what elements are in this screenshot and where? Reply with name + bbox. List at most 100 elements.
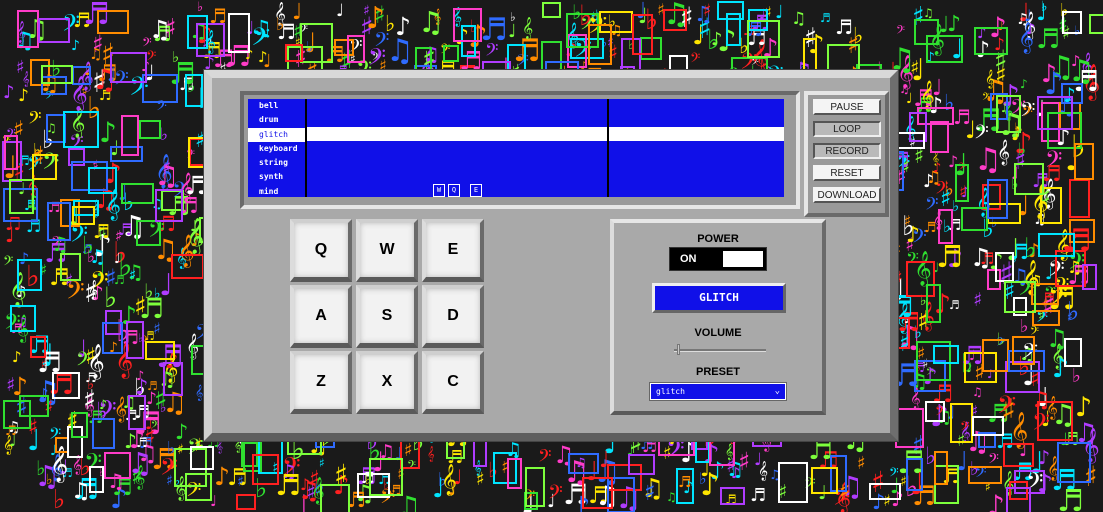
music-note-icon: 𝄢 (485, 40, 499, 64)
settings-panel: POWER ON GLITCH VOLUME PRESET glitch ⌄ (610, 219, 826, 415)
note-outline-box (1014, 163, 1044, 195)
note-outline-box (136, 220, 161, 246)
note-outline-box (987, 179, 1008, 219)
note-outline-box (252, 454, 279, 485)
note-outline-box (9, 179, 34, 214)
note-outline-box (778, 462, 808, 503)
music-note-icon: 𝄞 (910, 388, 921, 409)
note-outline-box (473, 439, 487, 467)
power-toggle[interactable]: ON (669, 247, 767, 271)
volume-slider-thumb[interactable] (676, 344, 680, 355)
music-note-icon: 𝄢 (3, 253, 14, 272)
pad-key-c[interactable]: C (422, 351, 484, 414)
note-outline-box (1057, 442, 1091, 483)
record-button[interactable]: RECORD (813, 143, 881, 159)
volume-slider-track[interactable] (674, 349, 766, 352)
music-note-icon: ♯ (644, 478, 656, 506)
note-outline-box (185, 74, 203, 107)
track-item-drum[interactable]: drum (248, 113, 305, 127)
note-outline-box (568, 453, 599, 474)
note-outline-box (955, 164, 969, 202)
note-outline-box (1038, 233, 1075, 257)
note-outline-box (145, 341, 175, 360)
loop-button[interactable]: LOOP (813, 121, 881, 137)
pad-key-s[interactable]: S (356, 285, 418, 348)
note-outline-box (142, 74, 178, 103)
note-outline-box (1082, 264, 1097, 290)
note-outline-box (926, 35, 963, 63)
pad-key-x[interactable]: X (356, 351, 418, 414)
sequence-key-q: Q (448, 184, 460, 197)
preset-select[interactable]: glitch ⌄ (649, 382, 787, 401)
active-track-row-highlight (307, 127, 784, 141)
note-outline-box (930, 121, 949, 153)
music-note-icon: 𝄞 (997, 140, 1011, 165)
track-item-synth[interactable]: synth (248, 170, 305, 184)
track-item-string[interactable]: string (248, 156, 305, 170)
note-outline-box (938, 209, 953, 244)
track-item-glitch[interactable]: glitch (248, 127, 305, 142)
note-outline-box (72, 66, 91, 85)
pad-key-d[interactable]: D (422, 285, 484, 348)
sequence-key-w: W (433, 184, 445, 197)
download-button[interactable]: DOWNLOAD (813, 187, 881, 203)
music-note-icon: ♩ (1036, 0, 1047, 26)
note-outline-box (38, 18, 70, 43)
note-outline-box (32, 154, 57, 180)
note-outline-box (1064, 338, 1082, 367)
music-note-icon: ♫ (89, 246, 107, 268)
note-outline-box (190, 446, 214, 470)
music-note-icon: ♫ (923, 6, 934, 20)
music-note-icon: ♬ (953, 105, 971, 129)
note-outline-box (228, 13, 250, 53)
preset-label: PRESET (695, 366, 740, 378)
note-outline-box (895, 408, 924, 448)
music-note-icon: 𝄞 (216, 439, 224, 453)
note-outline-box (128, 395, 146, 430)
music-note-icon: 𝄢 (28, 108, 42, 132)
note-outline-box (41, 65, 73, 84)
music-note-icon: 𝄞 (1010, 412, 1029, 448)
music-note-icon: ♫ (71, 479, 91, 504)
music-note-icon: ♯ (162, 157, 172, 179)
pause-button[interactable]: PAUSE (813, 99, 881, 115)
music-note-icon: ♪ (711, 29, 723, 50)
pad-key-a[interactable]: A (290, 285, 352, 348)
note-outline-box (933, 345, 959, 364)
note-outline-box (121, 183, 154, 204)
pad-key-w[interactable]: W (356, 219, 418, 282)
preset-select-value: glitch (656, 387, 685, 396)
note-outline-box (926, 284, 941, 323)
note-outline-box (71, 412, 88, 438)
track-item-keyboard[interactable]: keyboard (248, 142, 305, 156)
sequencer-screen: bell drum glitch keyboard string synth m… (248, 99, 784, 197)
music-note-icon: 𝄢 (538, 446, 552, 470)
music-note-icon: ♯ (738, 447, 751, 476)
note-outline-box (17, 259, 42, 291)
music-note-icon: ♭ (104, 281, 118, 314)
music-note-icon: 𝄢 (548, 482, 563, 508)
music-note-icon: 𝄢 (1022, 104, 1033, 124)
chevron-down-icon: ⌄ (774, 386, 780, 396)
pad-key-z[interactable]: Z (290, 351, 352, 414)
reset-button[interactable]: RESET (813, 165, 881, 181)
track-item-bell[interactable]: bell (248, 99, 305, 113)
note-outline-box (110, 52, 147, 83)
music-note-icon: ♬ (835, 15, 853, 39)
music-note-icon: ♪ (1038, 447, 1051, 469)
music-note-icon: 𝄞 (50, 446, 69, 482)
note-outline-box (588, 24, 612, 65)
volume-label: VOLUME (694, 327, 742, 339)
music-note-icon: ♫ (972, 385, 983, 399)
pad-key-e[interactable]: E (422, 219, 484, 282)
note-outline-box (1062, 11, 1082, 34)
note-outline-box (525, 467, 545, 507)
music-note-icon: 𝄞 (195, 385, 204, 401)
track-item-mind[interactable]: mind (248, 185, 305, 197)
music-note-icon: ♬ (949, 298, 960, 312)
music-note-icon: ♭ (1072, 365, 1081, 387)
note-outline-box (972, 416, 1004, 436)
pad-key-q[interactable]: Q (290, 219, 352, 282)
note-outline-box (4, 135, 18, 170)
music-note-icon: ♯ (306, 480, 316, 504)
